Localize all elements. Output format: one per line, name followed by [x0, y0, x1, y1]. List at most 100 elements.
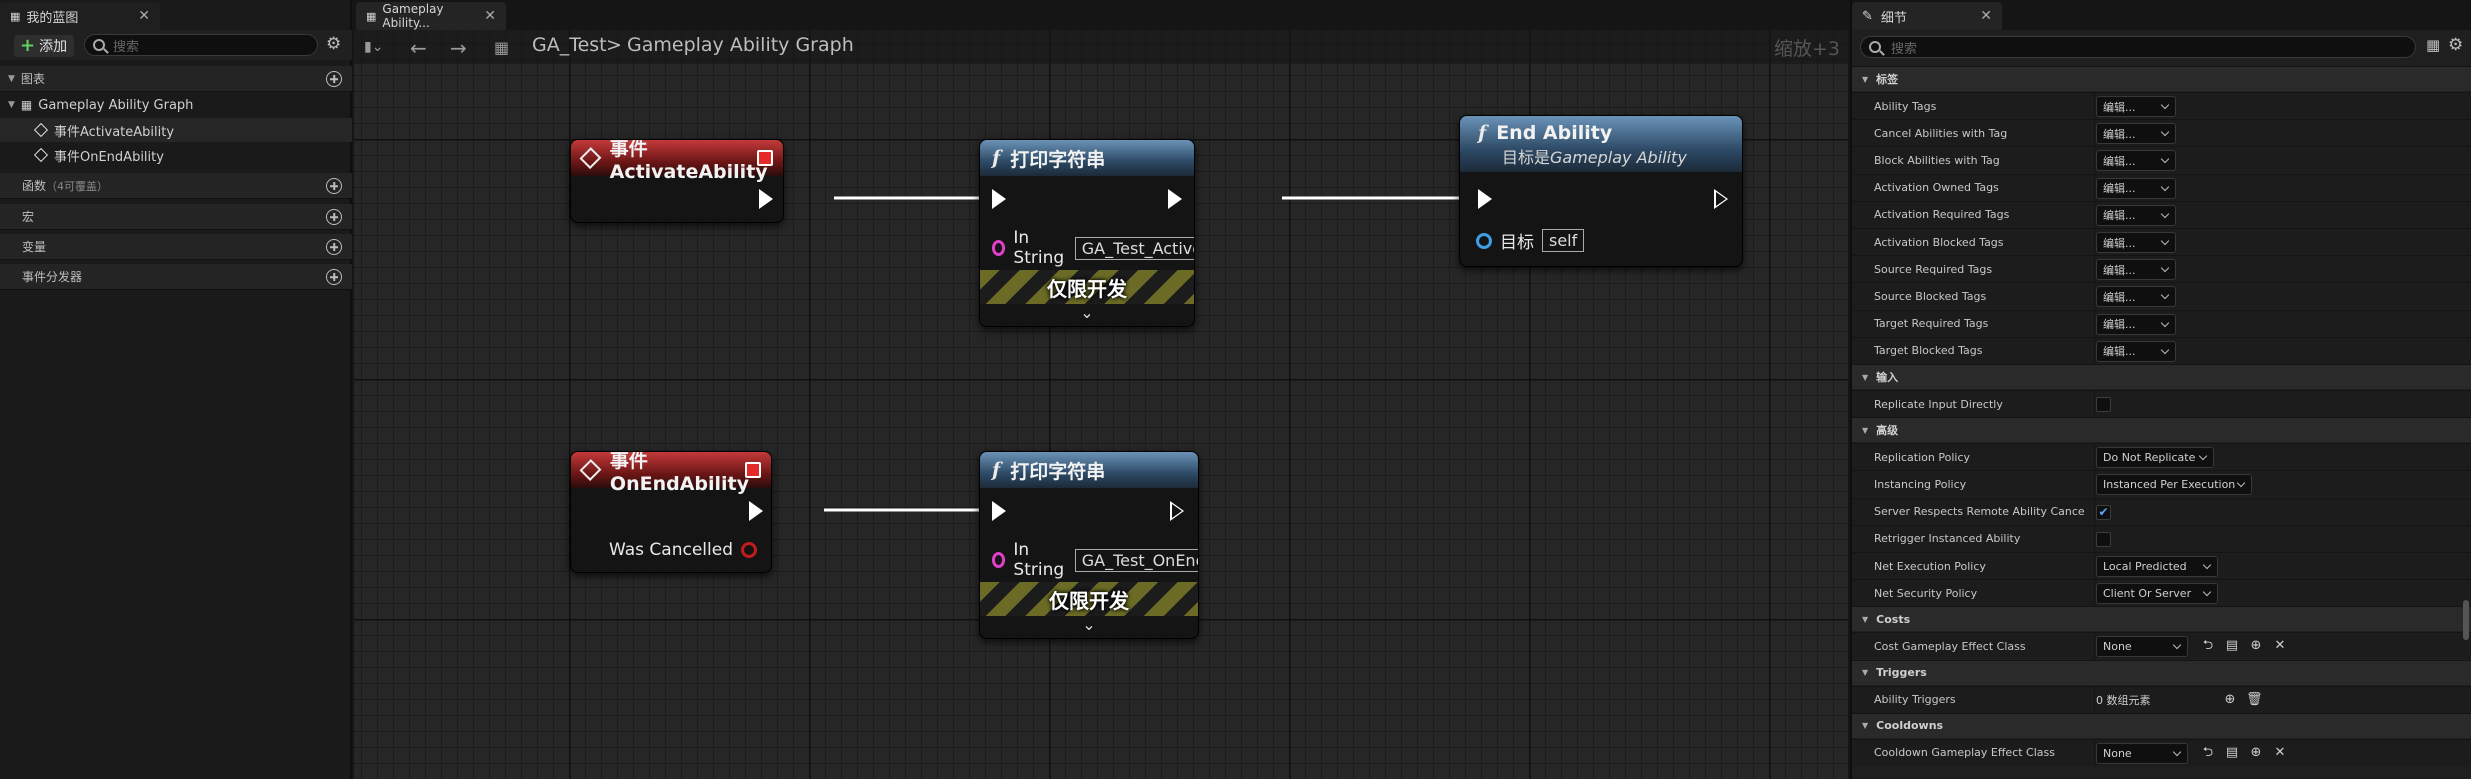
exec-out-pin[interactable]	[1168, 189, 1182, 209]
exec-out-pin[interactable]	[1170, 501, 1184, 521]
clear-icon[interactable]: ✕	[2272, 745, 2288, 761]
node-print-string-2[interactable]: f 打印字符串 In String GA_Test_OnEnd 仅限开发 ⌄	[979, 451, 1199, 639]
edit-tags-dropdown[interactable]: 编辑...	[2096, 340, 2176, 362]
category-tags[interactable]: ▼ 标签	[1852, 66, 2471, 91]
add-circle-icon[interactable]: ⊕	[2222, 692, 2238, 708]
graph-editor[interactable]: ▦ Gameplay Ability... ✕ ▮⌄ ← → ▦ GA_Test…	[354, 0, 1848, 779]
clear-icon[interactable]: ✕	[2272, 638, 2288, 654]
chevron-down-icon[interactable]: ⌄	[1080, 303, 1093, 322]
exec-in-pin[interactable]	[992, 501, 1006, 521]
column-divider[interactable]	[2094, 739, 2095, 767]
was-cancelled-pin[interactable]: Was Cancelled	[609, 540, 757, 560]
column-divider[interactable]	[2094, 147, 2095, 175]
tree-item-event-activate[interactable]: 事件ActivateAbility	[0, 118, 352, 142]
column-divider[interactable]	[2094, 93, 2095, 120]
column-divider[interactable]	[2094, 633, 2095, 661]
replication-policy-dropdown[interactable]: Do Not Replicate	[2096, 447, 2214, 469]
edit-tags-dropdown[interactable]: 编辑...	[2096, 259, 2176, 281]
column-divider[interactable]	[2094, 310, 2095, 338]
close-icon[interactable]: ✕	[138, 8, 150, 24]
tree-item-event-onend[interactable]: 事件OnEndAbility	[0, 143, 352, 167]
column-divider[interactable]	[2094, 120, 2095, 148]
node-event-on-end-ability[interactable]: 事件OnEndAbility Was Cancelled	[570, 451, 772, 573]
node-event-activate-ability[interactable]: 事件ActivateAbility	[570, 139, 784, 223]
tab-details[interactable]: ✎ 细节 ✕	[1852, 2, 2002, 30]
edit-tags-dropdown[interactable]: 编辑...	[2096, 150, 2176, 172]
tree-item-gameplay-ability-graph[interactable]: ▼ ▦ Gameplay Ability Graph	[0, 93, 352, 117]
checkbox[interactable]	[2096, 397, 2111, 412]
add-circle-icon[interactable]	[326, 178, 342, 194]
add-circle-icon[interactable]	[326, 269, 342, 285]
exec-out-pin[interactable]	[1714, 189, 1728, 209]
section-variables[interactable]: 变量	[0, 234, 352, 260]
in-string-pin[interactable]: In String GA_Test_OnEnd	[992, 540, 1198, 580]
edit-tags-dropdown[interactable]: 编辑...	[2096, 123, 2176, 145]
column-divider[interactable]	[2094, 686, 2095, 714]
add-circle-icon[interactable]	[326, 239, 342, 255]
column-divider[interactable]	[2094, 444, 2095, 472]
section-graphs[interactable]: ▼ 图表	[0, 66, 352, 92]
exec-in-pin[interactable]	[1478, 189, 1492, 209]
cost-effect-dropdown[interactable]: None	[2096, 636, 2188, 658]
checkbox[interactable]: ✔	[2096, 504, 2111, 520]
target-value[interactable]: self	[1542, 229, 1585, 252]
edit-tags-dropdown[interactable]: 编辑...	[2096, 232, 2176, 253]
column-divider[interactable]	[2094, 283, 2095, 311]
add-circle-icon[interactable]	[326, 209, 342, 225]
edit-tags-dropdown[interactable]: 编辑...	[2096, 96, 2176, 117]
section-event-dispatchers[interactable]: 事件分发器	[0, 264, 352, 290]
exec-out-pin[interactable]	[759, 189, 773, 209]
add-circle-icon[interactable]	[326, 71, 342, 87]
browse-back-icon[interactable]: ⮌	[2200, 745, 2216, 761]
column-divider[interactable]	[2094, 229, 2095, 256]
exec-in-pin[interactable]	[992, 189, 1006, 209]
cooldown-effect-dropdown[interactable]: None	[2096, 742, 2188, 764]
net-security-dropdown[interactable]: Client Or Server	[2096, 583, 2218, 605]
string-input[interactable]: GA_Test_OnEnd	[1074, 548, 1198, 572]
target-pin[interactable]: 目标 self	[1476, 228, 1585, 253]
table-view-icon[interactable]: ▦	[2426, 36, 2440, 54]
column-divider[interactable]	[2094, 391, 2095, 418]
category-cooldowns[interactable]: ▼ Cooldowns	[1852, 712, 2471, 738]
add-circle-icon[interactable]: ⊕	[2248, 745, 2264, 761]
close-icon[interactable]: ✕	[1980, 8, 1992, 24]
folder-icon[interactable]: ▤	[2224, 745, 2240, 761]
column-divider[interactable]	[2094, 337, 2095, 365]
trash-icon[interactable]: 🗑	[2246, 692, 2263, 708]
in-string-pin[interactable]: In String GA_Test_Active	[992, 228, 1194, 268]
string-input[interactable]: GA_Test_Active	[1074, 236, 1194, 260]
category-triggers[interactable]: ▼ Triggers	[1852, 659, 2471, 685]
column-divider[interactable]	[2094, 174, 2095, 202]
edit-tags-dropdown[interactable]: 编辑...	[2096, 204, 2176, 226]
tab-my-blueprint[interactable]: ▦ 我的蓝图 ✕	[0, 2, 160, 30]
section-functions[interactable]: 函数 （4可覆盖）	[0, 173, 352, 199]
chevron-down-icon[interactable]: ⌄	[1082, 615, 1095, 634]
column-divider[interactable]	[2094, 498, 2095, 526]
edit-tags-dropdown[interactable]: 编辑...	[2096, 286, 2176, 308]
gear-icon[interactable]: ⚙	[2448, 35, 2463, 55]
details-search-input[interactable]: 搜索	[1860, 36, 2416, 58]
node-print-string-1[interactable]: f 打印字符串 In String GA_Test_Active 仅限开发 ⌄	[979, 139, 1195, 327]
instancing-policy-dropdown[interactable]: Instanced Per Execution	[2096, 474, 2252, 496]
column-divider[interactable]	[2094, 256, 2095, 284]
net-execution-dropdown[interactable]: Local Predicted	[2096, 556, 2218, 577]
gear-icon[interactable]: ⚙	[326, 34, 341, 54]
section-macros[interactable]: 宏	[0, 204, 352, 230]
column-divider[interactable]	[2094, 553, 2095, 580]
column-divider[interactable]	[2094, 471, 2095, 499]
checkbox[interactable]	[2096, 531, 2111, 547]
category-advanced[interactable]: ▼ 高级	[1852, 417, 2471, 443]
category-input[interactable]: ▼ 输入	[1852, 364, 2471, 389]
scrollbar[interactable]	[2463, 600, 2469, 640]
column-divider[interactable]	[2094, 201, 2095, 229]
search-input[interactable]: 搜索	[84, 34, 318, 56]
folder-icon[interactable]: ▤	[2224, 638, 2240, 654]
category-costs[interactable]: ▼ Costs	[1852, 606, 2471, 632]
exec-out-pin[interactable]	[749, 501, 763, 521]
add-circle-icon[interactable]: ⊕	[2248, 638, 2264, 654]
browse-back-icon[interactable]: ⮌	[2200, 638, 2216, 654]
column-divider[interactable]	[2094, 580, 2095, 608]
node-end-ability[interactable]: f End Ability 目标是Gameplay Ability 目标 sel…	[1459, 115, 1743, 267]
add-button[interactable]: + 添加	[14, 35, 74, 57]
edit-tags-dropdown[interactable]: 编辑...	[2096, 177, 2176, 199]
